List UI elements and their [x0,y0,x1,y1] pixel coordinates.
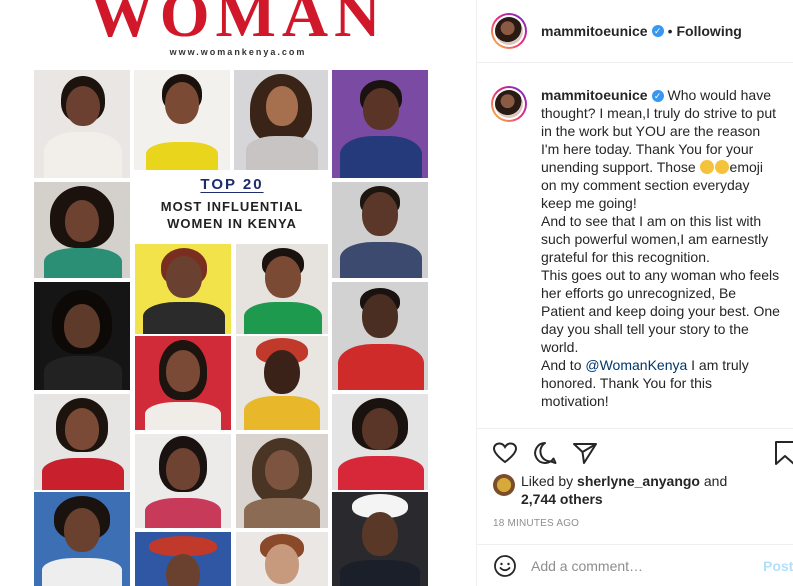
liker-username[interactable]: sherlyne_anyango [577,473,700,489]
laughing-emoji-icon [699,160,714,174]
caption-paragraph: And to see that I am on this list with s… [541,213,769,265]
following-button[interactable]: Following [677,23,742,39]
portrait-photo [332,394,428,490]
action-bar [477,428,793,478]
verified-badge-icon: ✓ [651,25,664,37]
like-heart-icon[interactable] [491,439,519,467]
likes-prefix: Liked by [521,473,574,489]
header-username[interactable]: mammitoeunice [541,23,648,39]
portrait-photo [135,336,231,430]
post-header: mammitoeunice ✓ • Following [477,0,793,63]
avatar[interactable] [491,13,527,49]
portrait-photo [236,532,328,586]
portrait-photo [236,434,328,528]
caption: mammitoeunice ✓ Who would have thought? I… [477,64,793,428]
portrait-photo [332,492,428,586]
portrait-photo [236,336,328,430]
comment-input[interactable] [531,557,751,574]
portrait-photo [332,182,428,278]
headline-line2: WOMEN IN KENYA [167,216,297,231]
portrait-photo [236,244,328,334]
portrait-photo [234,70,328,170]
portrait-photo [34,282,130,390]
likes-and: and [703,473,728,489]
portrait-photo [135,244,231,334]
caption-text: mammitoeunice ✓ Who would have thought? I… [541,86,781,428]
caption-avatar[interactable] [491,86,527,122]
caption-paragraph: This goes out to any woman who feels her… [541,267,780,355]
laughing-emoji-icon [714,160,729,174]
share-icon[interactable] [571,439,599,467]
portrait-photo [34,182,130,278]
comment-bar: Post [477,544,793,586]
magazine-headline: TOP 20 MOST INFLUENTIAL WOMEN IN KENYA [135,176,329,232]
portrait-photo [34,70,130,178]
portrait-photo [332,282,428,390]
portrait-photo [134,70,230,170]
portrait-photo [34,492,130,586]
separator-dot: • [667,23,673,39]
comment-icon[interactable] [531,439,559,467]
verified-badge-icon: ✓ [651,90,664,102]
magazine-url: www.womankenya.com [169,47,307,57]
likes-summary: Liked by sherlyne_anyango and 2,744 othe… [493,472,783,508]
liker-avatar[interactable] [493,474,515,496]
headline-top20: TOP 20 [200,176,264,193]
emoji-smiley-icon[interactable] [493,554,517,578]
portrait-photo [135,434,231,528]
post-image[interactable]: WOMAN www.womankenya.com TOP 20 MOST INF… [0,0,476,586]
post-timestamp[interactable]: 18 MINUTES AGO [493,518,579,529]
likes-others-count[interactable]: 2,744 others [521,491,603,507]
portrait-photo [332,70,428,178]
portrait-photo [135,532,231,586]
mention-link[interactable]: @WomanKenya [585,357,687,373]
post-side-panel: mammitoeunice ✓ • Following mammitoeunic… [476,0,793,586]
headline-line1: MOST INFLUENTIAL [160,199,304,214]
caption-username[interactable]: mammitoeunice [541,87,648,103]
post-button[interactable]: Post [763,558,793,574]
caption-paragraph: And to [541,357,582,373]
magazine-title: WOMAN [89,0,387,50]
save-bookmark-icon[interactable] [771,439,793,467]
portrait-photo [34,394,130,490]
